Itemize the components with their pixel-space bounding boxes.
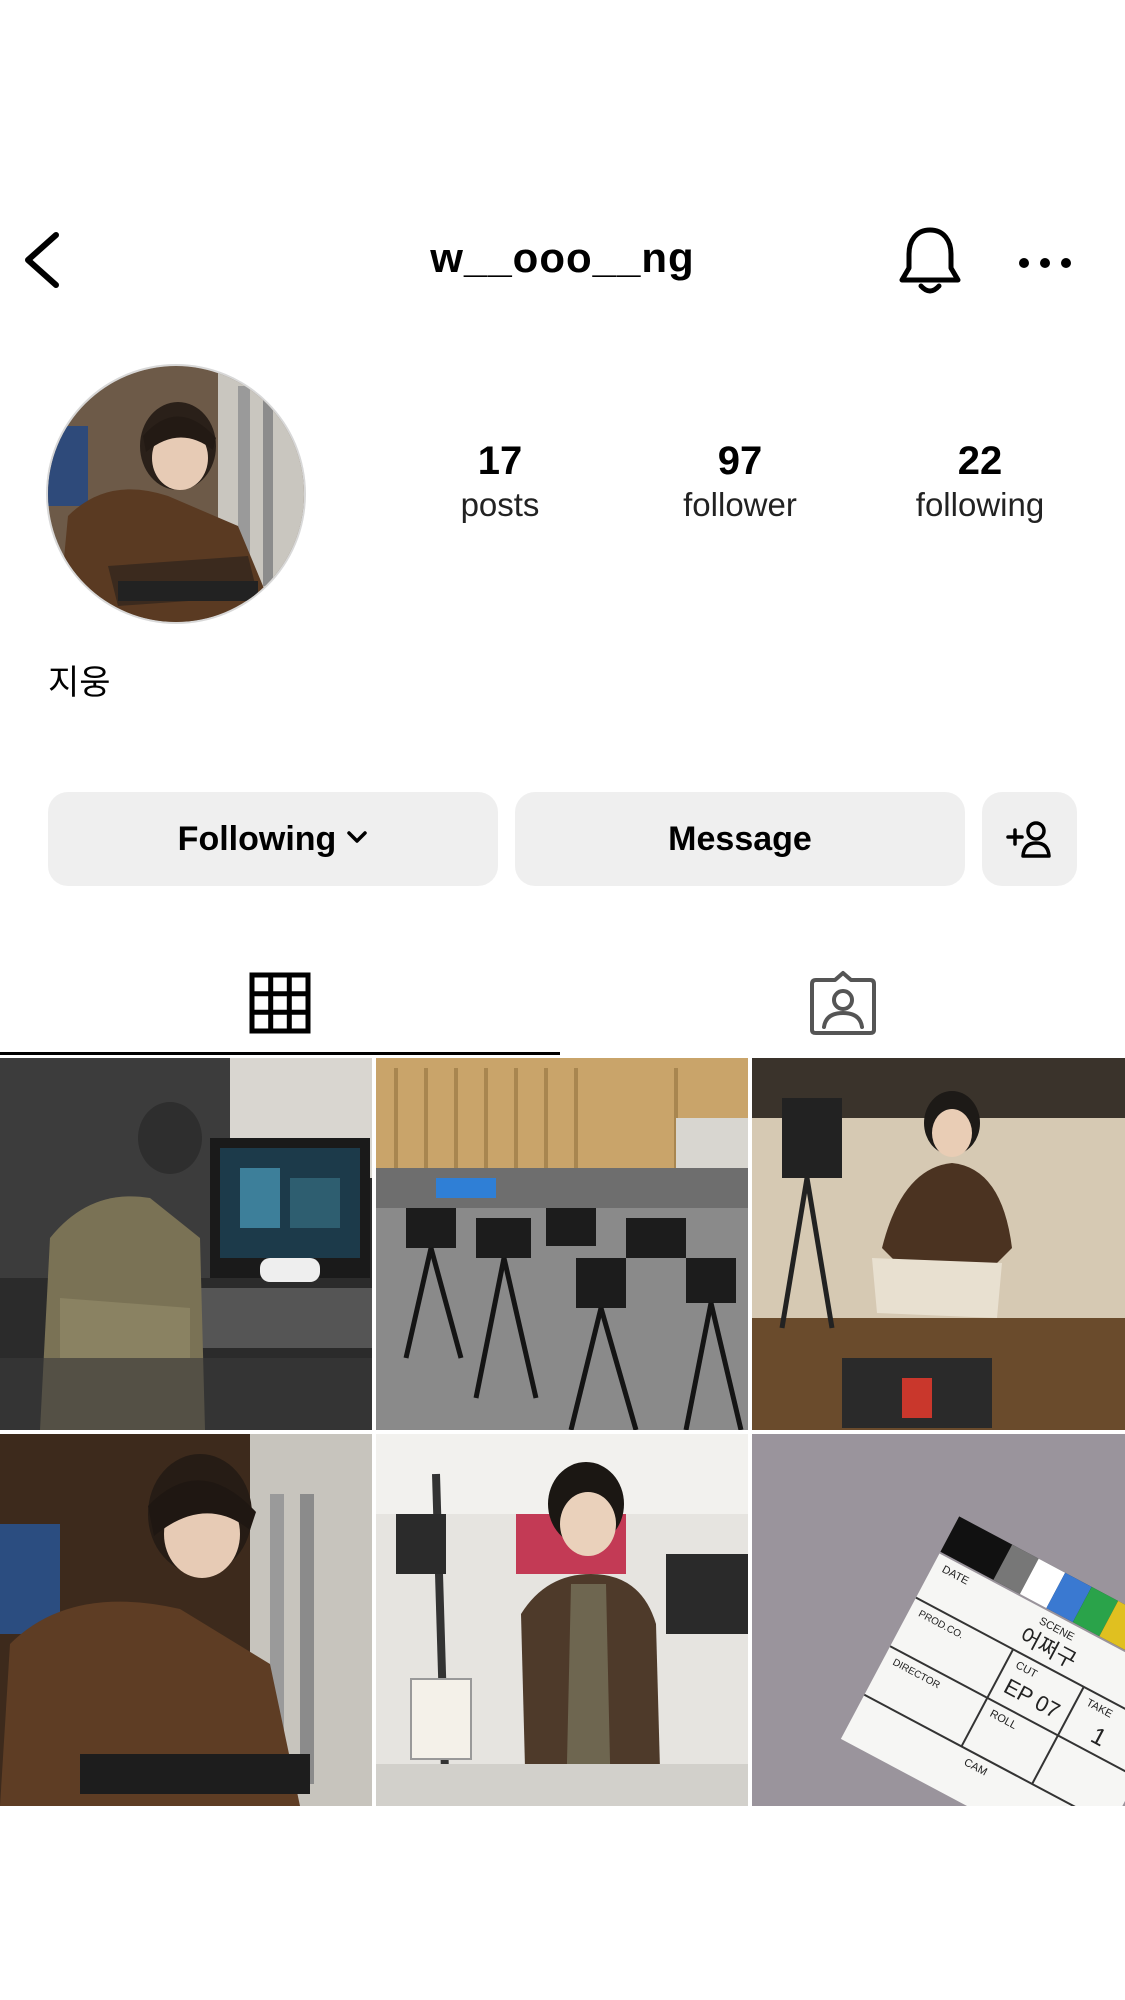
active-tab-indicator <box>0 1052 560 1055</box>
profile-display-name: 지웅 <box>48 664 111 702</box>
add-user-button[interactable] <box>982 792 1077 886</box>
add-user-icon <box>1005 821 1051 858</box>
stat-posts-count: 17 <box>477 439 523 483</box>
post-thumbnail[interactable] <box>0 1434 372 1806</box>
notifications-button[interactable] <box>895 222 965 300</box>
more-options-button[interactable] <box>1010 240 1080 286</box>
post-photo <box>376 1058 748 1430</box>
tab-tagged[interactable] <box>560 950 1125 1055</box>
post-photo <box>0 1434 372 1806</box>
stat-posts[interactable]: 17 posts <box>400 438 600 526</box>
stat-posts-label: posts <box>460 486 540 523</box>
profile-username: w__ooo__ng <box>430 234 695 281</box>
message-button-label: Message <box>668 819 812 858</box>
post-photo-clapperboard: SCENE 어쩌구 DATE PROD.CO. DIRECTOR CUT EP … <box>752 1434 1125 1806</box>
post-photo <box>752 1058 1125 1430</box>
tab-posts-grid[interactable] <box>0 950 560 1055</box>
avatar-photo <box>48 366 304 622</box>
post-thumbnail[interactable] <box>376 1058 748 1430</box>
stat-followers-label: follower <box>683 486 797 523</box>
message-button[interactable]: Message <box>515 792 965 886</box>
tagged-person-icon <box>809 970 876 1035</box>
chevron-left-icon <box>25 232 59 288</box>
avatar[interactable] <box>48 366 304 622</box>
stat-followers[interactable]: 97 follower <box>640 438 840 526</box>
post-thumbnail[interactable] <box>376 1434 748 1806</box>
post-photo <box>376 1434 748 1806</box>
grid-icon <box>249 972 311 1033</box>
stat-followers-count: 97 <box>717 439 763 483</box>
stat-following-count: 22 <box>957 439 1003 483</box>
post-thumbnail[interactable] <box>752 1058 1125 1430</box>
more-horizontal-icon <box>1019 258 1071 268</box>
stat-following-label: following <box>915 486 1045 523</box>
post-thumbnail[interactable] <box>0 1058 372 1430</box>
following-button[interactable]: Following <box>48 792 498 886</box>
back-button[interactable] <box>18 225 66 295</box>
post-photo <box>0 1058 372 1430</box>
post-thumbnail[interactable]: SCENE 어쩌구 DATE PROD.CO. DIRECTOR CUT EP … <box>752 1434 1125 1806</box>
following-button-label: Following <box>177 819 337 858</box>
bell-icon <box>899 227 961 294</box>
posts-grid: SCENE 어쩌구 DATE PROD.CO. DIRECTOR CUT EP … <box>0 1058 1125 1808</box>
stat-following[interactable]: 22 following <box>880 438 1080 526</box>
chevron-down-icon <box>347 831 368 843</box>
